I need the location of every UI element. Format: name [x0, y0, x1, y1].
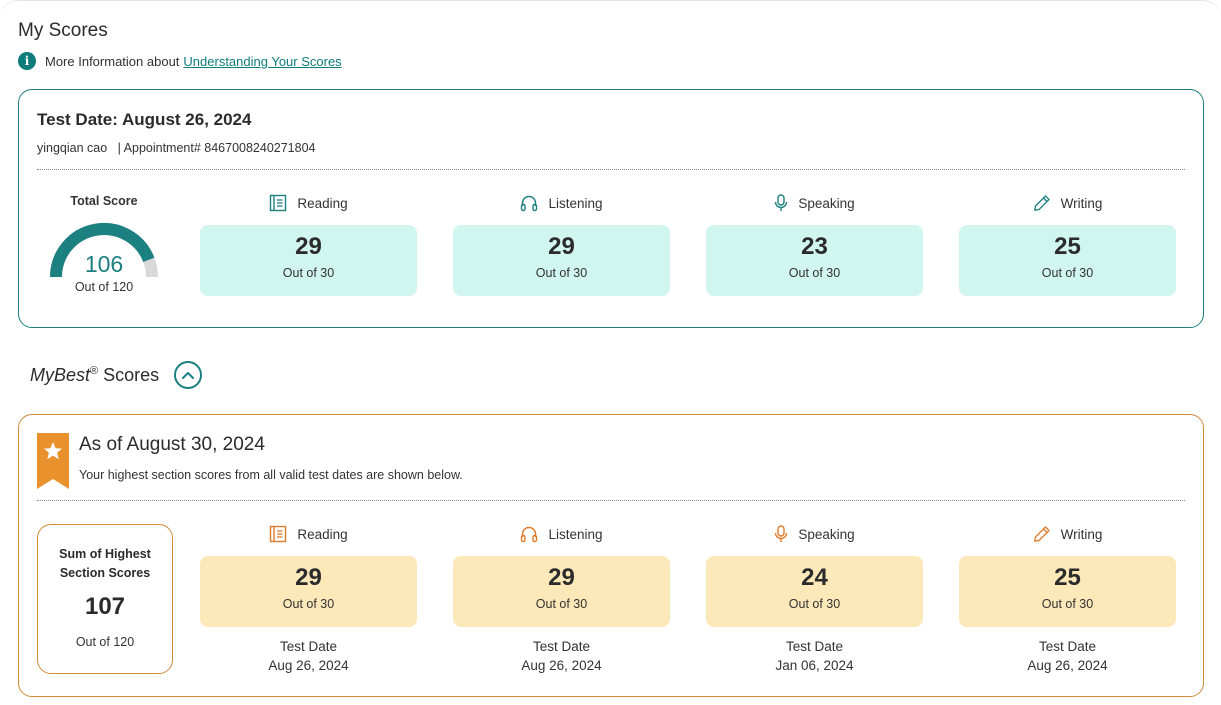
section-name: Reading [297, 195, 348, 211]
section-writing: Writing 25 Out of 30 [959, 191, 1176, 296]
section-out-of: Out of 30 [788, 266, 841, 280]
total-score-block: Total Score 106 Out of 120 [49, 194, 159, 294]
mybest-subtitle: Your highest section scores from all val… [79, 468, 463, 482]
test-date-label: Test Date [785, 639, 844, 654]
test-date-value: Aug 26, 2024 [521, 658, 602, 673]
section-test-date: Test Date Aug 26, 2024 [453, 637, 670, 675]
understanding-scores-link[interactable]: Understanding Your Scores [183, 54, 341, 69]
section-out-of: Out of 30 [535, 266, 588, 280]
test-score-card: Test Date: August 26, 2024 yingqian cao … [18, 89, 1204, 328]
page-title: My Scores [18, 20, 108, 41]
sum-highest-out-of: Out of 120 [75, 635, 135, 649]
section-score: 29 [548, 233, 575, 260]
section-score: 24 [801, 564, 828, 591]
section-listening: Listening 29 Out of 30 [453, 191, 670, 296]
section-score: 25 [1054, 564, 1081, 591]
section-test-date: Test Date Aug 26, 2024 [959, 637, 1176, 675]
chevron-up-icon [182, 372, 195, 379]
section-test-date: Test Date Aug 26, 2024 [200, 637, 417, 675]
sum-highest-box: Sum of Highest Section Scores 107 Out of… [37, 524, 173, 674]
score-box: 25 Out of 30 [959, 556, 1176, 627]
mybest-heading-row: MyBest® Scores [30, 361, 203, 389]
score-box: 29 Out of 30 [200, 556, 417, 627]
section-score: 25 [1054, 233, 1081, 260]
section-name: Writing [1060, 526, 1103, 542]
sum-highest-value: 107 [84, 593, 126, 620]
section-reading: Reading 29 Out of 30 [200, 191, 417, 296]
as-of-date: As of August 30, 2024 [79, 434, 265, 455]
score-box: 29 Out of 30 [453, 225, 670, 296]
info-icon: i [18, 52, 36, 70]
candidate-name: yingqian cao [37, 141, 108, 155]
pencil-icon [1033, 526, 1050, 542]
mybest-title-rest: Scores [98, 364, 160, 385]
registered-mark: ® [90, 364, 99, 377]
score-box: 25 Out of 30 [959, 225, 1176, 296]
mybest-title-italic: MyBest [30, 364, 91, 385]
test-date-label: Test Date [532, 639, 591, 654]
book-icon [270, 525, 287, 543]
total-score-label: Total Score [70, 194, 138, 208]
score-box: 29 Out of 30 [200, 225, 417, 296]
section-score: 29 [295, 233, 322, 260]
book-icon [270, 194, 287, 212]
section-out-of: Out of 30 [535, 597, 588, 611]
total-score-value: 106 [84, 251, 124, 277]
best-section-writing: Writing 25 Out of 30 Test Date Aug 26, 2… [959, 522, 1176, 675]
test-date-value: Jan 06, 2024 [775, 658, 854, 673]
total-score-out-of: Out of 120 [74, 280, 134, 294]
test-date-label: Test Date [279, 639, 338, 654]
mybest-title: MyBest® Scores [30, 365, 159, 386]
sum-highest-label: Sum of Highest Section Scores [59, 547, 151, 580]
section-out-of: Out of 30 [1041, 266, 1094, 280]
section-name: Reading [297, 526, 348, 542]
test-date-heading: Test Date: August 26, 2024 [37, 110, 252, 129]
section-out-of: Out of 30 [1041, 597, 1094, 611]
divider [37, 169, 1185, 170]
collapse-mybest-button[interactable] [174, 361, 203, 389]
section-score: 29 [548, 564, 575, 591]
section-out-of: Out of 30 [282, 266, 335, 280]
test-date-label: Test Date [1038, 639, 1097, 654]
test-date-value: Aug 26, 2024 [268, 658, 349, 673]
info-text: More Information about [45, 53, 180, 69]
section-score: 23 [801, 233, 828, 260]
headphones-icon [521, 526, 538, 543]
section-score: 29 [295, 564, 322, 591]
section-name: Writing [1060, 195, 1103, 211]
best-section-listening: Listening 29 Out of 30 Test Date Aug 26,… [453, 522, 670, 675]
appointment-number: | Appointment# 8467008240271804 [117, 141, 316, 155]
section-name: Speaking [798, 195, 855, 211]
best-section-speaking: Speaking 24 Out of 30 Test Date Jan 06, … [706, 522, 923, 675]
score-box: 29 Out of 30 [453, 556, 670, 627]
info-row: i More Information about Understanding Y… [18, 52, 342, 70]
section-name: Speaking [798, 526, 855, 542]
section-out-of: Out of 30 [788, 597, 841, 611]
section-name: Listening [548, 195, 603, 211]
microphone-icon [775, 525, 788, 542]
score-box: 24 Out of 30 [706, 556, 923, 627]
score-box: 23 Out of 30 [706, 225, 923, 296]
bookmark-star-icon [37, 433, 69, 489]
section-test-date: Test Date Jan 06, 2024 [706, 637, 923, 675]
microphone-icon [775, 194, 788, 211]
divider [37, 500, 1185, 501]
section-out-of: Out of 30 [282, 597, 335, 611]
section-name: Listening [548, 526, 603, 542]
test-date-value: Aug 26, 2024 [1027, 658, 1108, 673]
best-section-reading: Reading 29 Out of 30 Test Date Aug 26, 2… [200, 522, 417, 675]
mybest-score-card: As of August 30, 2024 Your highest secti… [18, 414, 1204, 697]
pencil-icon [1033, 195, 1050, 211]
headphones-icon [521, 195, 538, 212]
test-meta: yingqian cao | Appointment# 846700824027… [37, 141, 316, 155]
section-speaking: Speaking 23 Out of 30 [706, 191, 923, 296]
